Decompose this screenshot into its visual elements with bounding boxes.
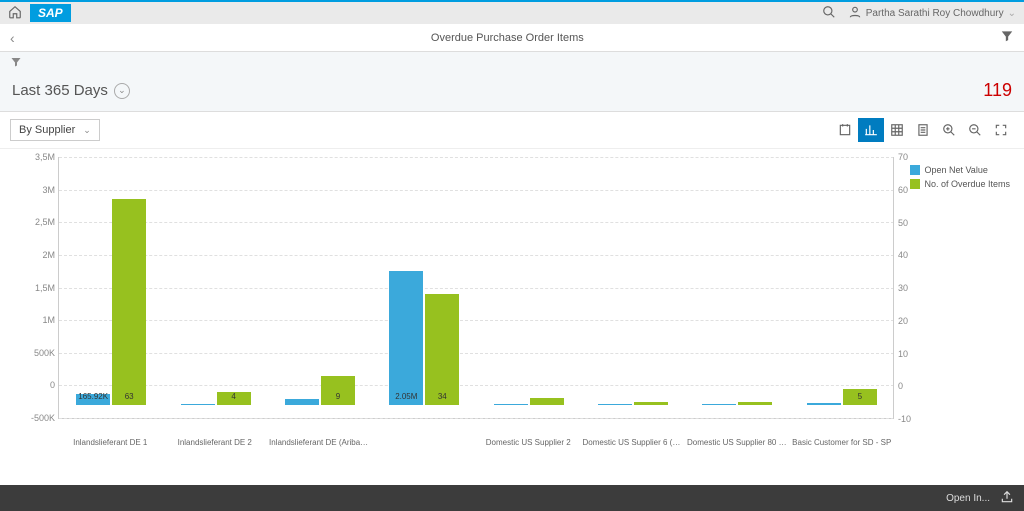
- bar-label: 34: [425, 392, 459, 401]
- search-icon[interactable]: [822, 5, 836, 22]
- legend-label-2: No. of Overdue Items: [924, 179, 1010, 189]
- y-left-tick: -500K: [31, 413, 55, 423]
- bar-open-net-value[interactable]: 165.92K: [76, 394, 110, 405]
- bar-open-net-value[interactable]: [494, 404, 528, 405]
- x-axis-label: Domestic US Supplier 80 (Ariba N...: [685, 438, 790, 447]
- sap-logo: SAP: [30, 4, 71, 22]
- y-right-tick: 50: [898, 218, 908, 228]
- x-axis-label: Inlandslieferant DE (Ariba Netzwerk: [267, 438, 372, 447]
- share-icon[interactable]: [1000, 490, 1014, 507]
- legend-label-1: Open Net Value: [924, 165, 987, 175]
- chart: -500K 0 500K 1M 1,5M 2M 2,5M 3M 3,5M 165.92K63 4 9 2…: [0, 149, 1024, 469]
- y-left-tick: 1,5M: [35, 283, 55, 293]
- open-in-button[interactable]: Open In...: [946, 493, 990, 504]
- x-axis-label: Basic Customer for SD - SP: [790, 438, 895, 447]
- chart-view-button[interactable]: [858, 118, 884, 142]
- y-right-tick: 40: [898, 250, 908, 260]
- y-right-tick: 0: [898, 381, 903, 391]
- time-filter-label: Last 365 Days: [12, 82, 108, 99]
- bar-open-net-value[interactable]: 2.05M: [389, 271, 423, 405]
- chart-legend: Open Net Value No. of Overdue Items: [910, 165, 1010, 193]
- bar-label: 5: [843, 392, 877, 401]
- y-right-tick: 20: [898, 316, 908, 326]
- user-menu[interactable]: Partha Sarathi Roy Chowdhury ⌄: [848, 5, 1016, 22]
- bar-label: 63: [112, 392, 146, 401]
- time-filter-dropdown[interactable]: ⌄: [114, 83, 130, 99]
- x-axis-label: [372, 438, 477, 447]
- x-axis-label: Domestic US Supplier 2: [476, 438, 581, 447]
- bar-open-net-value[interactable]: [702, 404, 736, 405]
- home-icon[interactable]: [8, 5, 22, 22]
- bar-overdue-items[interactable]: [530, 398, 564, 405]
- bar-label: 165.92K: [76, 392, 110, 401]
- zoom-in-button[interactable]: [936, 118, 962, 142]
- bar-label: 4: [217, 392, 251, 401]
- y-left-tick: 1M: [42, 315, 55, 325]
- bar-overdue-items[interactable]: [738, 402, 772, 405]
- y-left-tick: 0: [50, 380, 55, 390]
- bar-overdue-items[interactable]: 9: [321, 376, 355, 405]
- filter-icon[interactable]: [1000, 29, 1014, 46]
- export-button[interactable]: [832, 118, 858, 142]
- filter-secondary-icon[interactable]: [10, 59, 22, 71]
- bar-label: 9: [321, 392, 355, 401]
- y-right-tick: 60: [898, 185, 908, 195]
- x-axis-label: Inlandslieferant DE 1: [58, 438, 163, 447]
- x-axis-label: Domestic US Supplier 6 (Returns): [581, 438, 686, 447]
- y-left-tick: 2,5M: [35, 217, 55, 227]
- y-left-tick: 500K: [34, 348, 55, 358]
- user-name: Partha Sarathi Roy Chowdhury: [866, 8, 1004, 19]
- dimension-selector-label: By Supplier: [19, 124, 75, 136]
- bar-open-net-value[interactable]: [181, 404, 215, 405]
- list-view-button[interactable]: [910, 118, 936, 142]
- bar-open-net-value[interactable]: [285, 399, 319, 405]
- chevron-down-icon: ⌄: [83, 125, 91, 136]
- bar-open-net-value[interactable]: [598, 404, 632, 405]
- bar-overdue-items[interactable]: 34: [425, 294, 459, 405]
- bar-overdue-items[interactable]: [634, 402, 668, 405]
- chevron-down-icon: ⌄: [1008, 8, 1016, 19]
- kpi-value: 119: [983, 80, 1012, 101]
- bar-overdue-items[interactable]: 63: [112, 199, 146, 405]
- table-view-button[interactable]: [884, 118, 910, 142]
- y-right-tick: 70: [898, 152, 908, 162]
- bar-label: 2.05M: [389, 392, 423, 401]
- bar-open-net-value[interactable]: [807, 403, 841, 405]
- bar-overdue-items[interactable]: 4: [217, 392, 251, 405]
- zoom-out-button[interactable]: [962, 118, 988, 142]
- legend-swatch-green: [910, 179, 920, 189]
- y-right-tick: 30: [898, 283, 908, 293]
- dimension-selector[interactable]: By Supplier ⌄: [10, 119, 100, 141]
- x-axis-label: Inlandslieferant DE 2: [163, 438, 268, 447]
- fullscreen-button[interactable]: [988, 118, 1014, 142]
- y-right-tick: -10: [898, 414, 911, 424]
- legend-swatch-blue: [910, 165, 920, 175]
- bar-overdue-items[interactable]: 5: [843, 389, 877, 405]
- y-right-tick: 10: [898, 349, 908, 359]
- y-left-tick: 3,5M: [35, 152, 55, 162]
- page-title: Overdue Purchase Order Items: [15, 32, 1000, 44]
- y-left-tick: 2M: [42, 250, 55, 260]
- user-icon: [848, 5, 862, 22]
- y-left-tick: 3M: [42, 185, 55, 195]
